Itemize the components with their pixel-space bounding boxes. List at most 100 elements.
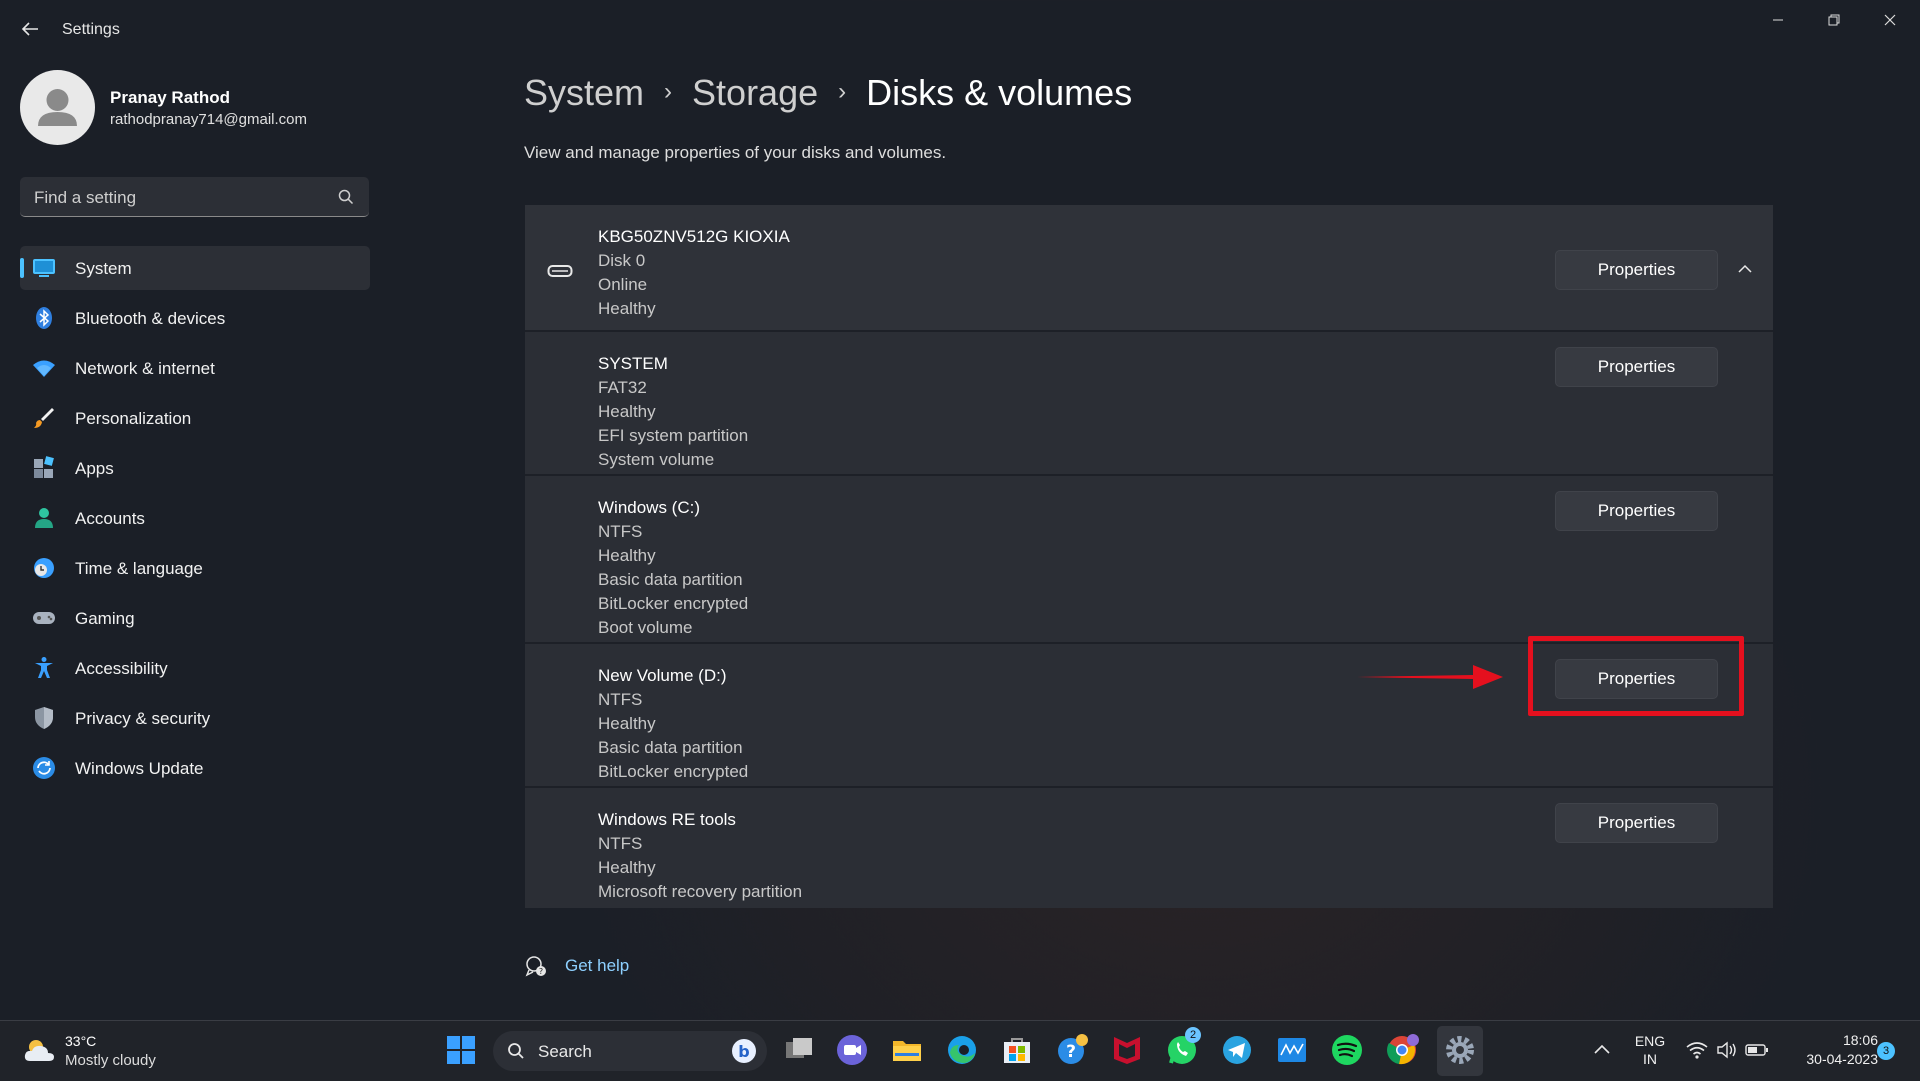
language-indicator[interactable]: ENG IN [1630,1033,1670,1067]
apps-icon [34,456,54,478]
disk-icon [547,265,573,277]
taskbar: 33°C Mostly cloudy Search b ? 2 ENG IN 1… [0,1020,1920,1081]
disk-status: Online [598,275,648,294]
disk-properties-button[interactable]: Properties [1555,250,1718,290]
meet-icon[interactable] [835,1033,869,1067]
breadcrumb: System › Storage › Disks & volumes [524,72,1132,114]
volume-detail: Basic data partition [598,570,743,589]
windows-re-properties-button[interactable]: Properties [1555,803,1718,843]
volume-detail: BitLocker encrypted [598,762,749,781]
restore-icon[interactable] [1812,8,1856,32]
wifi-icon[interactable] [1684,1033,1710,1067]
sidebar-item-label: System [75,259,132,278]
cloud-icon[interactable] [22,1035,58,1065]
update-icon [33,757,55,779]
file-explorer-icon[interactable] [890,1033,924,1067]
sidebar-item-label: Accessibility [75,659,168,678]
sidebar-item-label: Privacy & security [75,709,211,728]
task-view-icon[interactable] [782,1033,816,1067]
back-arrow-icon[interactable] [18,17,42,41]
edge-icon[interactable] [945,1033,979,1067]
brush-icon [34,408,54,428]
sidebar-item-accounts[interactable]: Accounts [20,496,370,540]
profile-name: Pranay Rathod [110,88,230,107]
clock[interactable]: 18:06 30-04-2023 [1782,1032,1878,1067]
app-title: Settings [62,21,120,38]
telegram-icon[interactable] [1220,1033,1254,1067]
sidebar-item-label: Bluetooth & devices [75,309,226,328]
volume-detail: Healthy [598,858,656,877]
volume-row-windows-c: Windows (C:) NTFS Healthy Basic data par… [525,476,1773,644]
settings-icon[interactable] [1443,1033,1477,1067]
sidebar-item-system[interactable]: System [20,246,370,290]
sidebar-item-gaming[interactable]: Gaming [20,596,370,640]
red-arrow-icon [1357,665,1503,689]
bing-icon[interactable]: b [731,1038,757,1064]
taskbar-search[interactable]: Search b [493,1031,767,1071]
help-app-icon[interactable]: ? [1055,1033,1089,1067]
volume-icon[interactable] [1714,1033,1740,1067]
time-language-icon [34,558,54,578]
search-placeholder: Find a setting [34,188,137,207]
search-input[interactable]: Find a setting [20,177,369,217]
volume-info: Windows RE tools NTFS Healthy Microsoft … [598,808,802,904]
volume-detail: NTFS [598,522,643,541]
sidebar-item-label: Personalization [75,409,192,428]
sidebar-item-bluetooth[interactable]: Bluetooth & devices [20,296,370,340]
volume-detail: Healthy [598,714,656,733]
help-chat-icon: ? [525,956,546,977]
disk-name: KBG50ZNV512G KIOXIA [598,227,790,246]
volume-name: New Volume (D:) [598,666,727,685]
volume-name: Windows RE tools [598,810,736,829]
mvhp-icon[interactable] [1275,1033,1309,1067]
volume-detail: Boot volume [598,618,693,637]
close-icon[interactable] [1868,8,1912,32]
battery-icon[interactable] [1744,1033,1770,1067]
breadcrumb-storage[interactable]: Storage [692,72,818,113]
volume-detail: Basic data partition [598,738,743,757]
store-icon[interactable] [1000,1033,1034,1067]
sidebar-item-windows-update[interactable]: Windows Update [20,746,370,790]
avatar[interactable] [20,70,95,145]
weather-condition: Mostly cloudy [65,1052,156,1069]
spotify-icon[interactable] [1330,1033,1364,1067]
language-region: IN [1643,1051,1657,1067]
sidebar-item-network[interactable]: Network & internet [20,346,370,390]
search-icon [508,1043,524,1059]
sidebar-item-privacy[interactable]: Privacy & security [20,696,370,740]
sidebar-item-accessibility[interactable]: Accessibility [20,646,370,690]
sidebar-item-apps[interactable]: Apps [20,446,370,490]
profile-email: rathodpranay714@gmail.com [110,111,307,128]
accessibility-icon [35,657,53,678]
chrome-icon[interactable] [1385,1033,1419,1067]
disk-list: KBG50ZNV512G KIOXIA Disk 0 Online Health… [525,205,1773,908]
clock-time: 18:06 [1842,1032,1878,1048]
system-properties-button[interactable]: Properties [1555,347,1718,387]
sidebar-item-time-language[interactable]: Time & language [20,546,370,590]
volume-detail: System volume [598,450,715,469]
sidebar-item-label: Accounts [75,509,145,528]
volume-info: SYSTEM FAT32 Healthy EFI system partitio… [598,352,748,472]
sidebar-item-label: Apps [75,459,114,478]
breadcrumb-system[interactable]: System [524,72,644,113]
minimize-icon[interactable] [1756,8,1800,32]
highlight-box [1528,636,1744,716]
mcafee-icon[interactable] [1110,1033,1144,1067]
volume-detail: EFI system partition [598,426,749,445]
chevron-right-icon: › [664,78,673,105]
volume-detail: Healthy [598,402,656,421]
volume-detail: Microsoft recovery partition [598,882,803,901]
start-icon[interactable] [444,1033,478,1067]
chevron-up-icon[interactable] [1735,262,1755,276]
disk-header[interactable]: KBG50ZNV512G KIOXIA Disk 0 Online Health… [525,205,1773,332]
volume-row-system: SYSTEM FAT32 Healthy EFI system partitio… [525,332,1773,476]
notification-badge[interactable]: 3 [1877,1042,1895,1060]
chevron-up-icon[interactable] [1590,1033,1614,1067]
gamepad-icon [33,612,55,624]
page-description: View and manage properties of your disks… [524,143,947,162]
windows-c-properties-button[interactable]: Properties [1555,491,1718,531]
disk-health: Healthy [598,299,656,318]
page-title: Disks & volumes [866,72,1133,113]
weather-temp: 33°C [65,1033,97,1049]
sidebar-item-personalization[interactable]: Personalization [20,396,370,440]
